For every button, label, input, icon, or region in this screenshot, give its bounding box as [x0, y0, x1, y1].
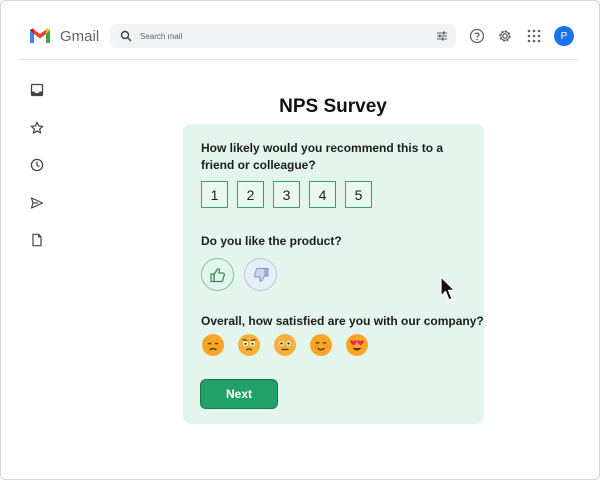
document-icon[interactable]: [30, 233, 44, 247]
neutral-face-icon[interactable]: [273, 333, 297, 357]
gmail-logo[interactable]: Gmail: [28, 24, 99, 48]
account-avatar[interactable]: P: [554, 26, 574, 46]
heart-eyes-face-icon[interactable]: [345, 333, 369, 357]
rating-button-5[interactable]: 5: [345, 181, 372, 208]
clock-icon[interactable]: [30, 158, 44, 172]
thumbs-up-icon: [209, 267, 225, 282]
next-button[interactable]: Next: [200, 379, 278, 409]
help-icon[interactable]: [469, 28, 485, 44]
question-recommend: How likely would you recommend this to a…: [201, 141, 444, 172]
settings-gear-icon[interactable]: [497, 28, 513, 44]
smiling-face-icon[interactable]: [309, 333, 333, 357]
search-input[interactable]: [140, 31, 420, 41]
search-bar[interactable]: [110, 24, 456, 48]
sad-face-icon[interactable]: [201, 333, 225, 357]
search-options-icon[interactable]: [436, 30, 448, 42]
star-icon[interactable]: [30, 121, 44, 135]
question-like: Do you like the product?: [201, 234, 342, 248]
question-satisfied: Overall, how satisfied are you with our …: [201, 314, 484, 328]
inbox-icon[interactable]: [30, 83, 44, 97]
worried-face-icon[interactable]: [237, 333, 261, 357]
rating-button-1[interactable]: 1: [201, 181, 228, 208]
gmail-m-icon: [30, 28, 50, 43]
header-divider: [20, 59, 578, 60]
gmail-header: Gmail P: [0, 0, 598, 60]
survey-title: NPS Survey: [279, 96, 387, 117]
thumbs-up-button[interactable]: [201, 258, 234, 291]
rating-button-3[interactable]: 3: [273, 181, 300, 208]
apps-grid-icon[interactable]: [526, 28, 542, 44]
mouse-pointer-icon: [440, 276, 456, 301]
app-name: Gmail: [60, 27, 100, 45]
thumbs-down-icon: [253, 267, 268, 282]
satisfaction-rating-group: [201, 333, 381, 357]
rating-button-2[interactable]: 2: [237, 181, 264, 208]
thumbs-down-button[interactable]: [244, 258, 277, 291]
nps-rating-group: 1 2 3 4 5: [201, 181, 381, 208]
send-icon[interactable]: [30, 196, 44, 210]
rating-button-4[interactable]: 4: [309, 181, 336, 208]
search-icon[interactable]: [120, 30, 132, 42]
